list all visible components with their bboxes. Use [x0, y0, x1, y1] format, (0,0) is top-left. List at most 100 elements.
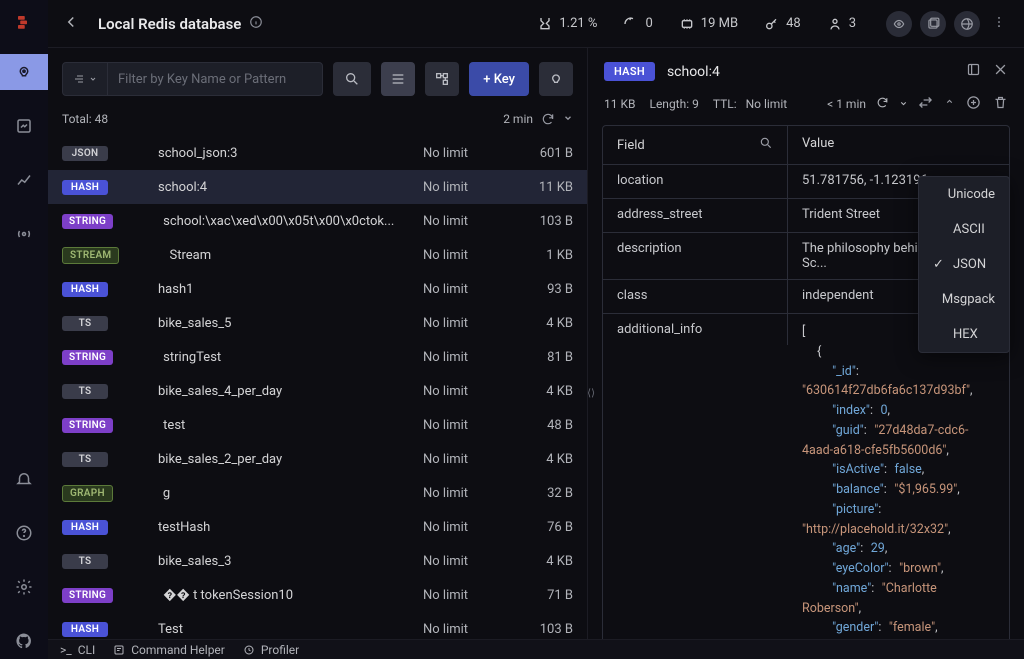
nav-rail — [0, 0, 48, 659]
info-icon[interactable] — [249, 15, 263, 33]
key-row[interactable]: GRAPH g No limit 32 B — [48, 476, 587, 510]
key-ttl: No limit — [423, 418, 503, 433]
key-ttl: No limit — [423, 622, 503, 637]
key-ttl: No limit — [423, 282, 503, 297]
field-row[interactable]: additional_info [ { "_id": "630614f27db6… — [603, 314, 1009, 659]
view-tree-button[interactable] — [425, 62, 459, 96]
key-name: school_json:3 — [118, 146, 413, 161]
bottombar: >_CLI Command Helper Profiler — [48, 639, 1024, 659]
key-name: g — [123, 486, 413, 501]
key-type-badge: HASH — [62, 282, 108, 297]
filter-type-dropdown[interactable] — [63, 63, 108, 95]
topbar: Local Redis database 1.21 % 0 19 MB — [48, 0, 1024, 48]
topbar-more-icon[interactable] — [988, 14, 1010, 34]
search-button[interactable] — [333, 62, 371, 96]
key-row[interactable]: JSON school_json:3 No limit 601 B — [48, 136, 587, 170]
key-size: 81 B — [513, 350, 573, 365]
key-type-badge: TS — [62, 452, 108, 467]
key-type-badge: JSON — [62, 146, 108, 161]
bottombar-command-helper[interactable]: Command Helper — [113, 643, 225, 657]
field-search-icon[interactable] — [759, 136, 773, 154]
format-option-hex[interactable]: HEX — [919, 317, 1009, 352]
add-field-icon[interactable] — [966, 95, 981, 113]
delete-key-icon[interactable] — [993, 95, 1008, 113]
nav-github[interactable] — [0, 623, 48, 659]
fullscreen-icon[interactable] — [966, 62, 981, 81]
last-refresh-label: 2 min — [503, 112, 533, 126]
filter-input[interactable] — [108, 72, 322, 87]
key-ttl: No limit — [423, 384, 503, 399]
key-ttl: No limit — [423, 316, 503, 331]
key-name: testHash — [118, 520, 413, 535]
key-ttl: No limit — [423, 588, 503, 603]
back-arrow-icon[interactable] — [62, 13, 80, 35]
format-option-unicode[interactable]: Unicode — [919, 177, 1009, 212]
key-type-badge: STRING — [62, 350, 113, 365]
key-row[interactable]: STREAM Stream No limit 1 KB — [48, 238, 587, 272]
key-type-badge: STREAM — [62, 247, 119, 264]
key-type-badge: STRING — [62, 418, 113, 433]
key-row[interactable]: STRING stringTest No limit 81 B — [48, 340, 587, 374]
key-size: 601 B — [513, 146, 573, 161]
detail-refresh-icon[interactable] — [876, 96, 889, 112]
bottombar-cli[interactable]: >_CLI — [60, 643, 95, 657]
view-list-button[interactable] — [381, 62, 415, 96]
topbar-icon-2[interactable] — [920, 11, 946, 37]
key-row[interactable]: STRING �� t tokenSession10 No limit 71 B — [48, 578, 587, 612]
nav-settings[interactable] — [0, 569, 48, 605]
bottombar-profiler[interactable]: Profiler — [243, 643, 299, 657]
total-keys-label: Total: 48 — [62, 112, 108, 126]
key-size: 48 B — [513, 418, 573, 433]
key-type-badge: TS — [62, 384, 108, 399]
key-row[interactable]: HASH testHash No limit 76 B — [48, 510, 587, 544]
key-row[interactable]: TS bike_sales_5 No limit 4 KB — [48, 306, 587, 340]
nav-pubsub[interactable] — [0, 216, 48, 252]
chevron-up-icon[interactable] — [945, 95, 954, 113]
topbar-icon-1[interactable] — [886, 11, 912, 37]
key-size: 4 KB — [513, 452, 573, 467]
key-ttl: No limit — [423, 520, 503, 535]
key-row[interactable]: STRING school:\xac\xed\x00\x05t\x00\x0ct… — [48, 204, 587, 238]
key-name: Test — [118, 622, 413, 637]
field-name: description — [603, 233, 788, 279]
key-name: bike_sales_2_per_day — [118, 452, 413, 467]
key-row[interactable]: HASH school:4 No limit 11 KB — [48, 170, 587, 204]
key-row[interactable]: HASH hash1 No limit 93 B — [48, 272, 587, 306]
column-value-label: Value — [788, 126, 1009, 164]
key-row[interactable]: TS bike_sales_4_per_day No limit 4 KB — [48, 374, 587, 408]
detail-size: 11 KB — [604, 97, 635, 111]
nav-workbench[interactable] — [0, 108, 48, 144]
key-name: hash1 — [118, 282, 413, 297]
key-size: 76 B — [513, 520, 573, 535]
close-icon[interactable] — [993, 62, 1008, 81]
format-option-ascii[interactable]: ASCII — [919, 212, 1009, 247]
key-ttl: No limit — [423, 452, 503, 467]
field-value: [ { "_id": "630614f27db6fa6c137d93bf", "… — [788, 314, 1009, 659]
key-size: 4 KB — [513, 316, 573, 331]
chevron-down-icon[interactable] — [899, 97, 908, 111]
bulk-actions-button[interactable] — [539, 62, 573, 96]
chevron-down-icon[interactable] — [563, 112, 573, 126]
nav-notifications[interactable] — [0, 461, 48, 497]
keys-pane: + Key Total: 48 2 min — [48, 48, 588, 659]
nav-help[interactable] — [0, 515, 48, 551]
key-size: 103 B — [513, 214, 573, 229]
add-key-button[interactable]: + Key — [469, 62, 529, 96]
format-option-msgpack[interactable]: Msgpack — [919, 282, 1009, 317]
key-type-badge: TS — [62, 316, 108, 331]
detail-refresh-label: < 1 min — [827, 97, 866, 111]
nav-analytics[interactable] — [0, 162, 48, 198]
topbar-icon-3[interactable] — [954, 11, 980, 37]
key-ttl: No limit — [423, 486, 503, 501]
key-row[interactable]: STRING test No limit 48 B — [48, 408, 587, 442]
format-switch-icon[interactable] — [918, 95, 933, 113]
key-name: school:\xac\xed\x00\x05t\x00\x0ctok... — [123, 214, 413, 229]
nav-browser[interactable] — [0, 54, 48, 90]
format-option-json[interactable]: ✓JSON — [919, 247, 1009, 282]
key-row[interactable]: TS bike_sales_3 No limit 4 KB — [48, 544, 587, 578]
key-row[interactable]: TS bike_sales_2_per_day No limit 4 KB — [48, 442, 587, 476]
key-list: JSON school_json:3 No limit 601 BHASH sc… — [48, 136, 587, 659]
filter-box — [62, 62, 323, 96]
key-size: 11 KB — [513, 180, 573, 195]
refresh-icon[interactable] — [541, 112, 555, 126]
